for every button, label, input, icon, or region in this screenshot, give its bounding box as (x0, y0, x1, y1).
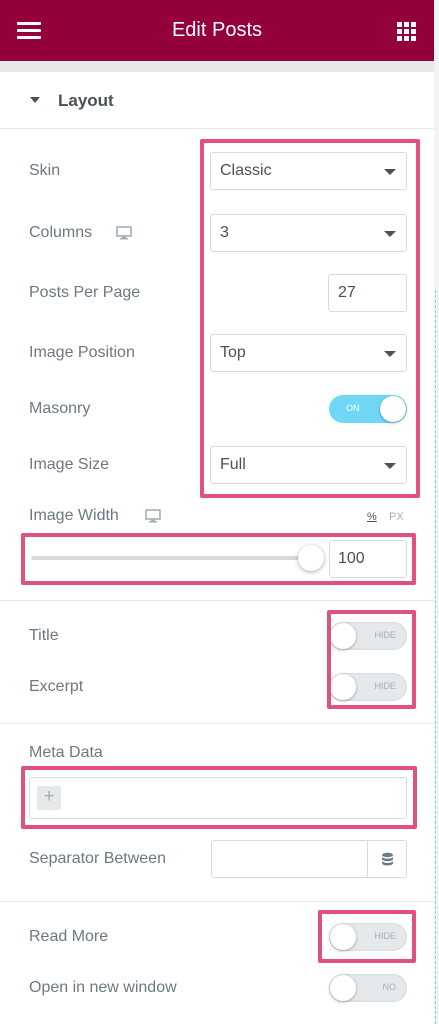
chevron-down-icon (384, 351, 396, 357)
meta-data-label: Meta Data (29, 744, 103, 761)
columns-label: Columns (29, 224, 93, 241)
skin-select[interactable]: Classic (210, 152, 407, 190)
grid-icon[interactable] (397, 22, 416, 41)
divider (0, 600, 434, 601)
separator-between-label: Separator Between (29, 850, 166, 867)
plus-icon[interactable]: + (37, 786, 61, 810)
toggle-knob (330, 674, 356, 700)
image-size-select[interactable]: Full (210, 446, 407, 484)
divider (0, 901, 434, 902)
panel-header: Edit Posts (0, 0, 434, 61)
header-separator (0, 61, 434, 72)
toggle-knob (330, 924, 356, 950)
masonry-toggle[interactable]: ON (329, 395, 407, 423)
read-more-toggle-text: HIDE (374, 931, 396, 941)
columns-select[interactable]: 3 (210, 214, 407, 252)
columns-value: 3 (220, 224, 229, 241)
toggle-knob (380, 396, 406, 422)
open-new-window-label: Open in new window (29, 979, 177, 996)
image-width-label: Image Width (29, 507, 119, 524)
meta-data-select[interactable]: + (29, 777, 407, 819)
masonry-label: Masonry (29, 400, 91, 417)
unit-px[interactable]: PX (389, 511, 404, 523)
section-toggle-layout[interactable]: Layout (0, 72, 434, 129)
open-new-window-toggle-text: NO (382, 982, 397, 992)
masonry-toggle-text: ON (346, 403, 360, 413)
desktop-icon[interactable] (116, 226, 132, 240)
image-width-slider-track[interactable] (31, 556, 314, 560)
image-width-value: 100 (338, 550, 365, 567)
excerpt-toggle[interactable]: HIDE (329, 673, 407, 701)
image-size-value: Full (220, 456, 246, 473)
image-position-select[interactable]: Top (210, 334, 407, 372)
open-new-window-toggle[interactable]: NO (329, 974, 407, 1002)
image-position-label: Image Position (29, 344, 135, 361)
title-label: Title (29, 627, 59, 644)
posts-per-page-value: 27 (338, 284, 356, 301)
preview-dashed-border (435, 290, 436, 1024)
divider (0, 723, 434, 724)
skin-value: Classic (220, 162, 272, 179)
caret-down-icon (30, 97, 40, 103)
dynamic-tags-button[interactable] (367, 840, 407, 878)
posts-per-page-input[interactable]: 27 (328, 274, 407, 312)
read-more-label: Read More (29, 928, 109, 945)
image-width-slider-handle[interactable] (298, 545, 324, 571)
chevron-down-icon (384, 231, 396, 237)
excerpt-toggle-text: HIDE (374, 681, 396, 691)
skin-label: Skin (29, 162, 61, 179)
title-toggle-text: HIDE (374, 630, 396, 640)
section-title: Layout (58, 91, 114, 110)
highlight-box (200, 139, 420, 498)
chevron-down-icon (384, 463, 396, 469)
excerpt-label: Excerpt (29, 678, 84, 695)
title-toggle[interactable]: HIDE (329, 622, 407, 650)
panel-title: Edit Posts (171, 19, 263, 41)
read-more-toggle[interactable]: HIDE (329, 923, 407, 951)
toggle-knob (330, 975, 356, 1001)
desktop-icon[interactable] (145, 509, 161, 523)
database-icon (382, 852, 393, 866)
image-width-input[interactable]: 100 (329, 540, 407, 578)
chevron-down-icon (384, 169, 396, 175)
toggle-knob (330, 623, 356, 649)
unit-percent[interactable]: % (367, 511, 377, 523)
image-size-label: Image Size (29, 456, 110, 473)
image-position-value: Top (220, 344, 246, 361)
posts-per-page-label: Posts Per Page (29, 284, 141, 301)
separator-between-input[interactable] (211, 840, 368, 878)
